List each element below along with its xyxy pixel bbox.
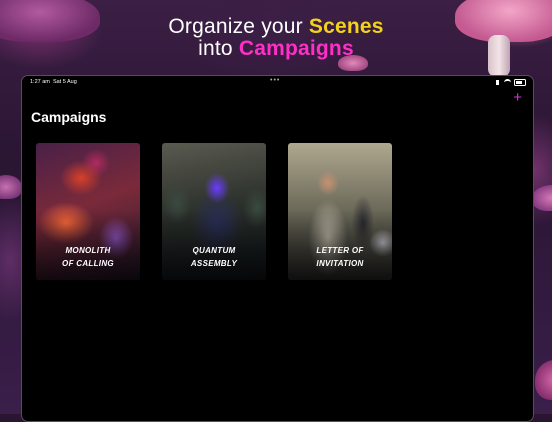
mushroom-cap-decoration <box>535 360 552 400</box>
status-bar: 1:27 am Sat 5 Aug ••• <box>22 76 533 88</box>
headline-text: into <box>198 37 239 60</box>
campaign-title: MONOLITH OF CALLING <box>36 244 140 270</box>
headline-text: Organize your <box>168 15 309 38</box>
status-time-date: 1:27 am Sat 5 Aug <box>30 76 77 88</box>
campaign-title-line: LETTER OF <box>316 246 364 255</box>
campaign-title: QUANTUM ASSEMBLY <box>162 244 266 270</box>
battery-icon <box>514 79 526 86</box>
headline-highlight-campaigns: Campaigns <box>238 37 354 60</box>
campaign-title: LETTER OF INVITATION <box>288 244 392 270</box>
mushroom-cap-decoration <box>532 185 552 211</box>
campaign-title-line: QUANTUM ASSEMBLY <box>190 246 238 268</box>
campaign-card[interactable]: QUANTUM ASSEMBLY <box>162 143 266 280</box>
signal-icon <box>496 80 501 85</box>
headline-line-2: into Campaigns <box>0 36 552 62</box>
headline-highlight-scenes: Scenes <box>308 15 384 38</box>
wifi-icon <box>504 79 511 86</box>
campaign-title-line: OF CALLING <box>62 259 114 268</box>
page-title: Campaigns <box>31 109 107 125</box>
status-date: Sat 5 Aug <box>52 79 77 85</box>
campaign-title-line: INVITATION <box>316 259 364 268</box>
mushroom-cap-decoration <box>0 175 22 199</box>
add-campaign-button[interactable]: + <box>513 90 522 105</box>
tablet-screen: 1:27 am Sat 5 Aug ••• + Campaigns MONOLI… <box>21 75 534 422</box>
campaign-card[interactable]: MONOLITH OF CALLING <box>36 143 140 280</box>
status-icons <box>496 79 526 86</box>
campaign-card[interactable]: LETTER OF INVITATION <box>288 143 392 280</box>
campaign-title-line: MONOLITH <box>65 246 111 255</box>
multitasking-dots[interactable]: ••• <box>270 76 280 87</box>
status-time: 1:27 am <box>30 79 50 85</box>
